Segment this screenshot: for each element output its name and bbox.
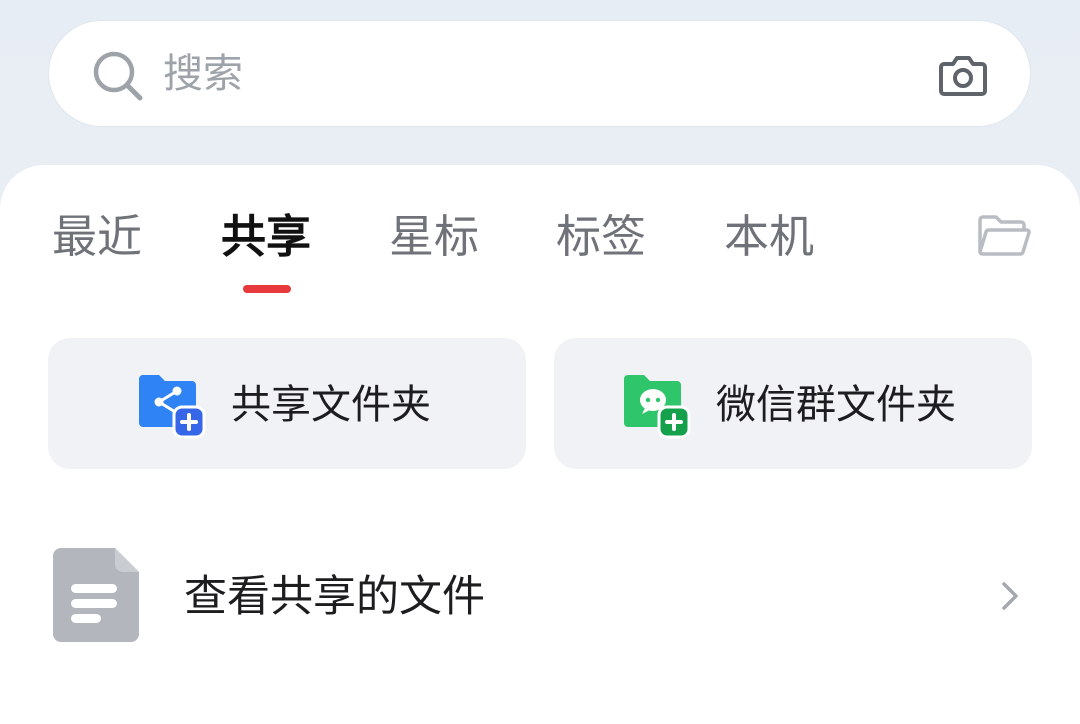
active-tab-indicator <box>243 285 291 293</box>
search-input[interactable]: 搜索 <box>163 46 243 102</box>
folder-open-icon[interactable] <box>976 212 1032 260</box>
wechat-group-folder-label: 微信群文件夹 <box>716 382 956 428</box>
document-icon <box>53 548 139 642</box>
tab-recent[interactable]: 最近 <box>52 208 142 266</box>
shared-folder-add-icon <box>139 375 206 439</box>
shared-folder-label: 共享文件夹 <box>231 382 431 428</box>
wechat-folder-add-icon <box>624 375 691 439</box>
tab-starred[interactable]: 星标 <box>389 208 479 266</box>
view-shared-files-item[interactable]: 查看共享的文件 <box>184 568 485 626</box>
camera-icon[interactable] <box>938 52 988 98</box>
tab-local[interactable]: 本机 <box>724 208 814 266</box>
search-icon <box>93 51 143 101</box>
chevron-right-icon <box>1002 582 1018 610</box>
tab-tags[interactable]: 标签 <box>556 208 646 266</box>
tab-shared[interactable]: 共享 <box>221 208 311 266</box>
